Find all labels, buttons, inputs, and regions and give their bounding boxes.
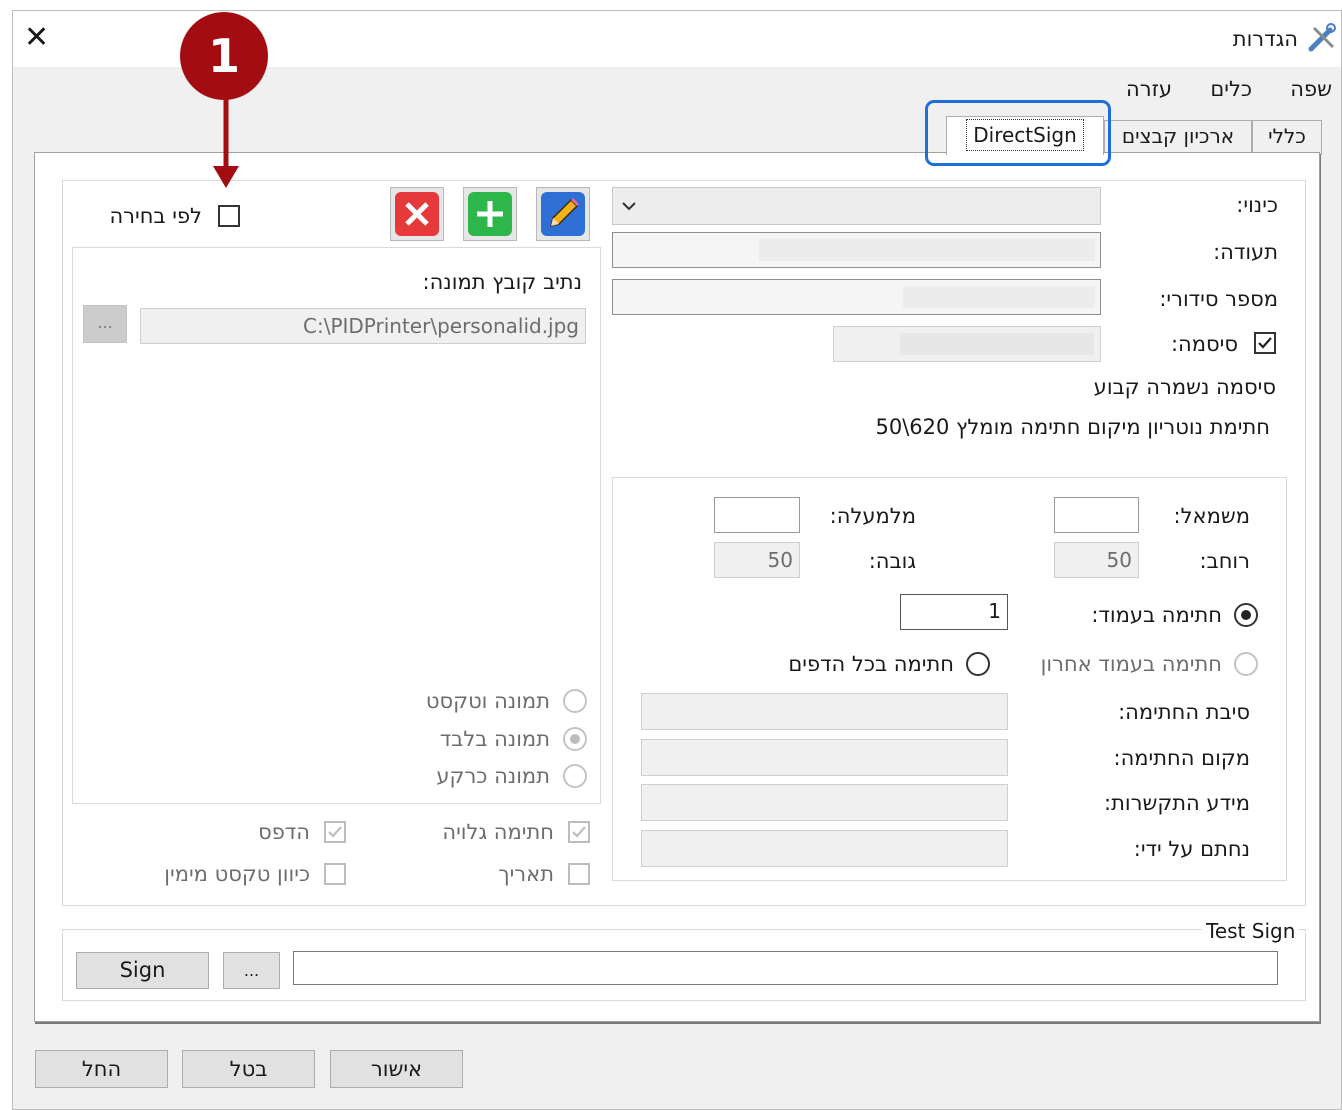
top-input[interactable] <box>714 497 800 533</box>
check-icon <box>572 826 586 838</box>
menu-tools[interactable]: כלים <box>1210 76 1252 102</box>
left-input[interactable] <box>1054 497 1139 533</box>
ok-button[interactable]: אישור <box>330 1050 463 1088</box>
annotation-arrow-icon <box>213 96 239 188</box>
height-input[interactable]: 50 <box>714 542 800 578</box>
check-icon <box>1258 337 1272 349</box>
radio-image-text[interactable] <box>563 689 587 713</box>
radio-image-background[interactable] <box>563 764 587 788</box>
edit-button[interactable] <box>536 187 590 241</box>
sign-all-pages-radio[interactable] <box>966 652 990 676</box>
graphic-sign-checkbox[interactable] <box>568 821 590 843</box>
sign-on-page-label: חתימה בעמוד: <box>1091 603 1222 627</box>
add-button[interactable] <box>463 187 517 241</box>
height-label: גובה: <box>868 549 916 573</box>
tools-icon <box>1306 22 1338 54</box>
text-orientation-label: כיוון טקסט מימין <box>164 862 310 886</box>
apply-button[interactable]: החל <box>35 1050 168 1088</box>
test-file-input[interactable] <box>293 951 1278 985</box>
radio-image-only[interactable] <box>563 727 587 751</box>
password-blurred <box>900 333 1094 355</box>
radio-image-background-label: תמונה כרקע <box>436 764 550 788</box>
print-checkbox[interactable] <box>324 821 346 843</box>
sign-last-page-radio[interactable] <box>1234 652 1258 676</box>
signed-by-label: נחתם על ידי: <box>1133 837 1250 861</box>
serial-field[interactable] <box>612 279 1101 315</box>
password-saved-text: סיסמה נשמרה קבוע <box>1093 375 1276 399</box>
chevron-down-icon <box>622 202 636 211</box>
annotation-marker: 1 <box>180 12 268 100</box>
width-label: רוחב: <box>1199 549 1250 573</box>
graphic-sign-label: חתימה גלויה <box>442 820 554 844</box>
contact-label: מידע התקשרות: <box>1104 791 1250 815</box>
image-browse-button[interactable]: ... <box>83 305 127 343</box>
reason-label: סיבת החתימה: <box>1118 700 1250 724</box>
highlight-box <box>925 100 1111 166</box>
sign-on-page-radio[interactable] <box>1234 603 1258 627</box>
menu-language[interactable]: שפה <box>1290 76 1332 102</box>
delete-button[interactable] <box>390 187 444 241</box>
date-label: תאריך <box>498 862 554 886</box>
serial-label: מספר סידורי: <box>1159 287 1278 311</box>
certificate-field[interactable] <box>612 232 1101 268</box>
pencil-icon <box>541 192 585 236</box>
top-label: מלמעלה: <box>829 504 916 528</box>
by-choice-label: לפי בחירה <box>109 204 202 228</box>
tab-general[interactable]: כללי <box>1252 120 1322 155</box>
sign-all-pages-label: חתימה בכל הדפים <box>788 652 954 676</box>
test-sign-title: Test Sign <box>1202 918 1300 944</box>
radio-image-only-label: תמונה בלבד <box>439 727 550 751</box>
signed-by-input[interactable] <box>641 830 1008 867</box>
tab-file-archive[interactable]: ארכיון קבצים <box>1104 120 1252 155</box>
sign-last-page-label: חתימה בעמוד אחרון <box>1040 652 1222 676</box>
radio-image-text-label: תמונה וטקסט <box>425 689 550 713</box>
contact-input[interactable] <box>641 784 1008 821</box>
plus-icon <box>468 192 512 236</box>
print-label: הדפס <box>258 820 310 844</box>
date-checkbox[interactable] <box>568 863 590 885</box>
password-checkbox[interactable] <box>1254 332 1276 354</box>
password-field[interactable] <box>833 326 1101 362</box>
cancel-button[interactable]: בטל <box>182 1050 315 1088</box>
image-path-label: נתיב קובץ תמונה: <box>422 270 582 294</box>
sign-button[interactable]: Sign <box>76 952 209 989</box>
check-icon <box>328 826 342 838</box>
alias-dropdown[interactable] <box>612 187 1101 225</box>
close-icon[interactable]: ✕ <box>24 20 49 56</box>
certificate-label: תעודה: <box>1213 240 1278 264</box>
certificate-blurred <box>759 239 1095 261</box>
location-label: מקום החתימה: <box>1113 746 1251 770</box>
reason-input[interactable] <box>641 693 1008 730</box>
text-orientation-checkbox[interactable] <box>324 863 346 885</box>
alias-label: כינוי: <box>1236 193 1278 217</box>
menu-help[interactable]: עזרה <box>1126 76 1172 102</box>
x-icon <box>395 192 439 236</box>
notary-text: חתימת נוטריון מיקום חתימה מומלץ 620\50 <box>875 415 1270 439</box>
window-title: הגדרות <box>1232 27 1298 51</box>
serial-blurred <box>903 286 1095 308</box>
width-input[interactable]: 50 <box>1054 542 1139 578</box>
location-input[interactable] <box>641 739 1008 776</box>
image-path-input[interactable]: C:\PIDPrinter\personalid.jpg <box>140 308 586 344</box>
left-label: משמאל: <box>1173 504 1250 528</box>
password-label: סיסמה: <box>1170 332 1238 356</box>
test-browse-button[interactable]: ... <box>223 952 280 989</box>
sign-on-page-input[interactable]: 1 <box>900 594 1008 630</box>
by-choice-checkbox[interactable] <box>218 205 240 227</box>
